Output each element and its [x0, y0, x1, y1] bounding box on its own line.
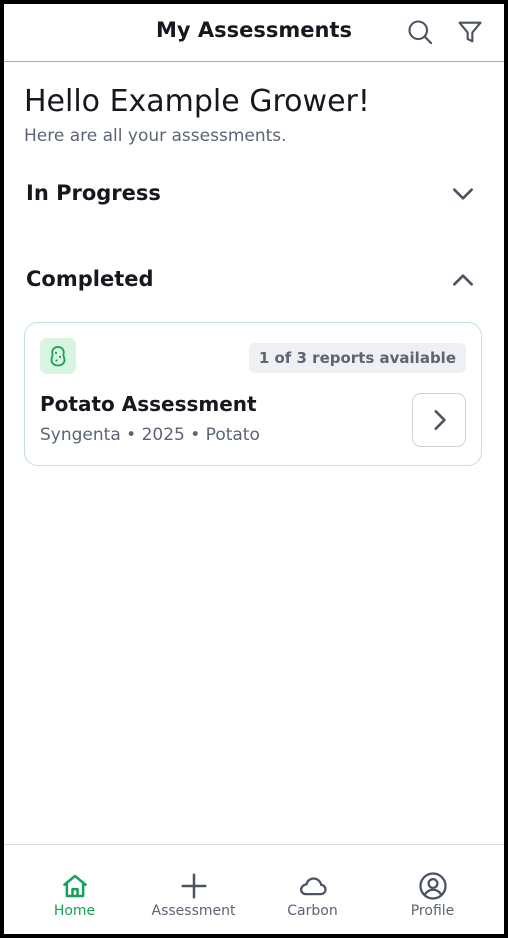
section-label: In Progress	[26, 181, 161, 205]
user-circle-icon	[418, 871, 448, 901]
nav-label: Home	[53, 903, 96, 919]
chevron-right-icon	[434, 410, 446, 430]
nav-home[interactable]: Home	[12, 845, 137, 934]
filter-icon[interactable]	[456, 18, 484, 46]
top-app-bar: My Assessments	[4, 4, 504, 62]
search-icon[interactable]	[406, 18, 434, 46]
nav-label: Assessment	[151, 903, 236, 919]
section-label: Completed	[26, 267, 154, 291]
plus-icon	[179, 871, 209, 901]
assessment-card[interactable]: 1 of 3 reports available Potato Assessme…	[24, 322, 482, 466]
nav-assessment[interactable]: Assessment	[131, 845, 256, 934]
nav-label: Carbon	[287, 903, 338, 919]
nav-carbon[interactable]: Carbon	[250, 845, 375, 934]
section-completed[interactable]: Completed	[26, 259, 478, 299]
bottom-navigation: Home Assessment Carbon Profile	[4, 844, 504, 934]
assessment-meta: Syngenta • 2025 • Potato	[40, 425, 260, 445]
assessment-title: Potato Assessment	[40, 392, 257, 416]
nav-label: Profile	[410, 903, 455, 919]
cloud-icon	[298, 871, 328, 901]
chevron-up-icon[interactable]	[450, 267, 476, 293]
section-in-progress[interactable]: In Progress	[26, 173, 478, 213]
greeting-subtitle: Here are all your assessments.	[24, 126, 287, 146]
greeting-title: Hello Example Grower!	[24, 84, 370, 119]
chevron-down-icon[interactable]	[450, 181, 476, 207]
reports-available-badge: 1 of 3 reports available	[248, 343, 466, 373]
nav-profile[interactable]: Profile	[370, 845, 495, 934]
home-icon	[60, 871, 90, 901]
open-assessment-button[interactable]	[412, 393, 466, 447]
potato-icon	[40, 338, 76, 374]
app-screen: My Assessments Hello Example Grower! Her…	[4, 4, 504, 934]
